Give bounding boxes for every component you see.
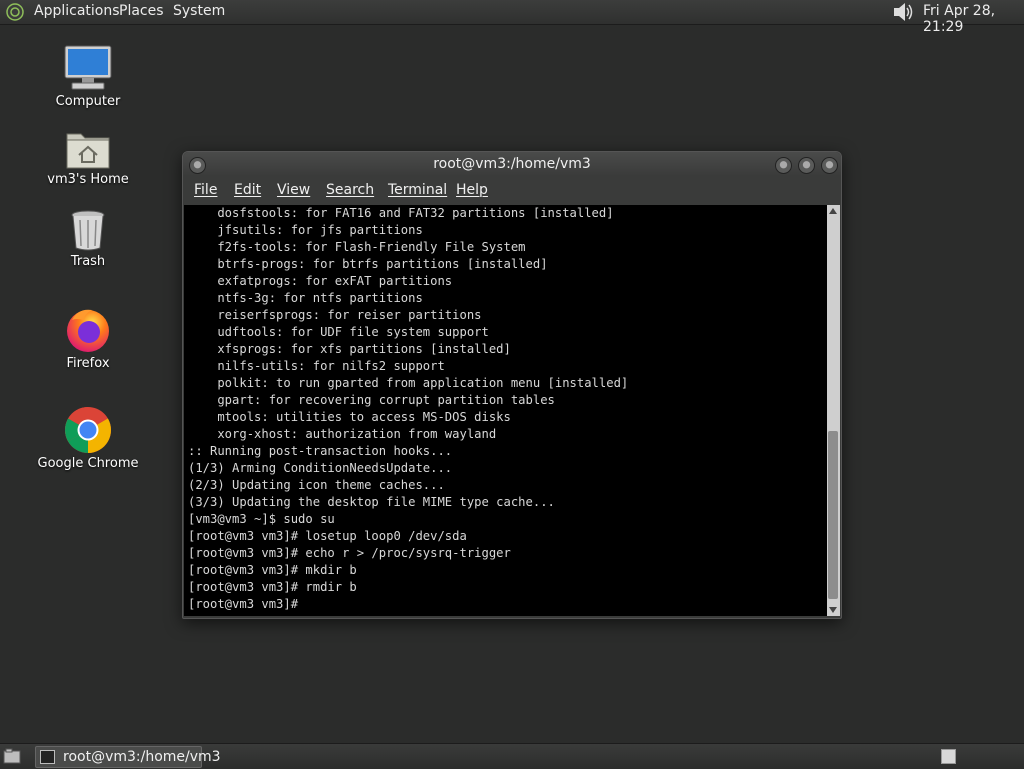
home-folder-icon (66, 133, 110, 169)
desktop-icon-label: Google Chrome (37, 456, 139, 471)
desktop-icon-trash[interactable]: Trash (33, 208, 143, 269)
terminal-window[interactable]: root@vm3:/home/vm3 File Edit View Search… (182, 151, 842, 619)
scroll-down-arrow-icon[interactable] (829, 607, 837, 613)
terminal-menubar: File Edit View Search Terminal Help (183, 176, 841, 205)
taskbar-button-label: root@vm3:/home/vm3 (63, 749, 221, 765)
desktop-icon-label: Trash (70, 254, 106, 269)
desktop-icon-computer[interactable]: Computer (33, 44, 143, 109)
terminal-output-area[interactable]: dosfstools: for FAT16 and FAT32 partitio… (184, 205, 827, 616)
computer-icon (64, 45, 112, 90)
places-menu[interactable]: Places (119, 3, 164, 19)
close-button[interactable] (821, 157, 838, 174)
taskbar-terminal-button[interactable]: root@vm3:/home/vm3 (35, 746, 221, 768)
clock[interactable]: Fri Apr 28, 21:29 (923, 3, 1024, 35)
menu-view[interactable]: View (277, 182, 310, 198)
desktop-icon-label: Firefox (66, 356, 110, 371)
scroll-up-arrow-icon[interactable] (829, 208, 837, 214)
desktop-icon-label: Computer (55, 94, 121, 109)
distro-logo-icon[interactable] (6, 3, 24, 21)
top-panel: Applications Places System Fri Apr 28, 2… (0, 0, 1024, 35)
desktop-icon-chrome[interactable]: Google Chrome (33, 406, 143, 471)
terminal-scrollbar[interactable] (827, 205, 840, 616)
menu-help[interactable]: Help (456, 182, 488, 198)
system-menu[interactable]: System (173, 3, 225, 19)
minimize-button[interactable] (775, 157, 792, 174)
menu-terminal[interactable]: Terminal (388, 182, 447, 198)
workspace-switcher[interactable] (941, 749, 956, 764)
menu-search[interactable]: Search (326, 182, 374, 198)
menu-edit[interactable]: Edit (234, 182, 261, 198)
bottom-panel: root@vm3:/home/vm3 (0, 743, 1024, 769)
scrollbar-thumb[interactable] (828, 431, 838, 599)
terminal-icon (40, 750, 55, 764)
desktop-icon-home[interactable]: vm3's Home (33, 128, 143, 187)
volume-icon[interactable] (891, 1, 915, 23)
terminal-output[interactable]: dosfstools: for FAT16 and FAT32 partitio… (184, 205, 628, 613)
show-desktop-icon[interactable] (3, 748, 21, 764)
window-titlebar[interactable]: root@vm3:/home/vm3 (183, 152, 841, 176)
menu-file[interactable]: File (194, 182, 217, 198)
desktop-icon-firefox[interactable]: Firefox (33, 306, 143, 371)
window-title: root@vm3:/home/vm3 (433, 156, 591, 172)
trash-icon (71, 210, 105, 251)
desktop-icon-label: vm3's Home (47, 172, 129, 187)
maximize-button[interactable] (798, 157, 815, 174)
chrome-icon (65, 407, 111, 453)
firefox-icon (67, 309, 109, 352)
applications-menu[interactable]: Applications (34, 3, 120, 19)
